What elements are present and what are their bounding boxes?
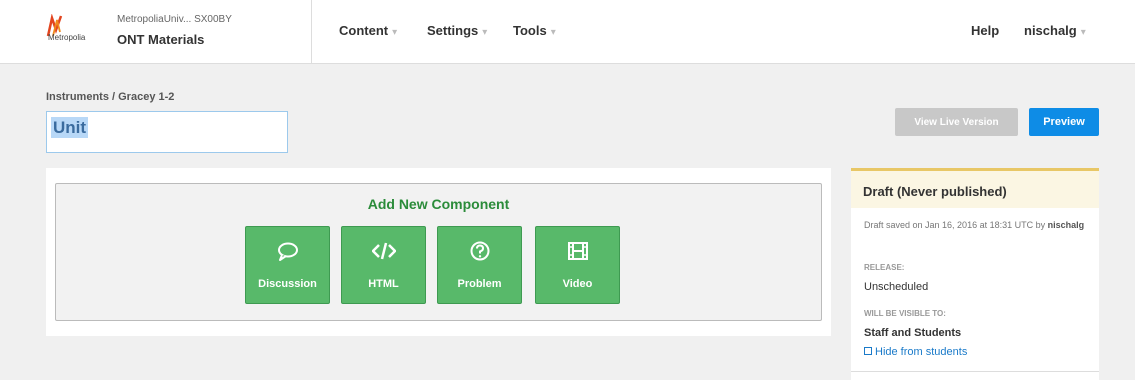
add-discussion-button[interactable]: Discussion	[245, 226, 330, 304]
chevron-down-icon: ▾	[550, 27, 556, 38]
publish-status-header: Draft (Never published)	[851, 171, 1099, 208]
add-new-component-title: Add New Component	[367, 196, 510, 212]
release-label: RELEASE:	[864, 263, 905, 272]
nav-tools-label: Tools	[513, 23, 547, 38]
header-divider	[311, 0, 312, 64]
problem-label: Problem	[457, 278, 502, 290]
metropolia-logo[interactable]: Metropolia	[44, 13, 100, 46]
user-menu[interactable]: nischalg ▾	[1024, 23, 1086, 38]
user-name: nischalg	[1024, 23, 1077, 38]
view-live-version-button[interactable]: View Live Version	[895, 108, 1018, 136]
unit-name-input[interactable]: Unit	[46, 111, 288, 153]
chevron-down-icon: ▾	[392, 27, 398, 38]
visible-to-label: WILL BE VISIBLE TO:	[864, 309, 946, 318]
film-icon	[568, 242, 588, 260]
speech-bubble-icon	[278, 242, 298, 261]
add-html-button[interactable]: HTML	[341, 226, 426, 304]
unit-content-panel: Add New Component Discussion HTML Proble	[46, 168, 831, 336]
video-label: Video	[562, 278, 593, 290]
course-org-line: MetropoliaUniv... SX00BY	[117, 14, 232, 25]
sidebar-divider	[851, 371, 1099, 372]
draft-saved-date: Jan 16, 2016 at 18:31 UTC	[925, 220, 1034, 230]
visible-to-value: Staff and Students	[864, 327, 962, 339]
html-label: HTML	[368, 278, 399, 290]
help-link[interactable]: Help	[971, 23, 999, 38]
top-header: Metropolia MetropoliaUniv... SX00BY ONT …	[0, 0, 1135, 64]
breadcrumb[interactable]: Instruments / Gracey 1-2	[46, 91, 174, 103]
nav-content-menu[interactable]: Content ▾	[339, 23, 397, 38]
code-icon	[372, 242, 396, 260]
nav-settings-label: Settings	[427, 23, 479, 38]
publish-status-sidebar: Draft (Never published) Draft saved on J…	[851, 168, 1099, 380]
publish-status-title: Draft (Never published)	[863, 184, 1007, 199]
nav-settings-menu[interactable]: Settings ▾	[427, 23, 487, 38]
hide-from-students-toggle[interactable]: Hide from students	[864, 346, 967, 358]
release-value: Unscheduled	[864, 281, 929, 293]
discussion-label: Discussion	[258, 278, 317, 290]
hide-from-students-label: Hide from students	[875, 346, 968, 358]
nav-tools-menu[interactable]: Tools ▾	[513, 23, 556, 38]
draft-saved-by-prefix: by	[1033, 220, 1048, 230]
course-title[interactable]: ONT Materials	[117, 32, 204, 47]
chevron-down-icon: ▾	[482, 27, 488, 38]
draft-saved-prefix: Draft saved on	[864, 220, 926, 230]
draft-saved-info: Draft saved on Jan 16, 2016 at 18:31 UTC…	[864, 219, 1089, 232]
svg-text:Metropolia: Metropolia	[48, 33, 86, 42]
checkbox-icon[interactable]	[864, 347, 872, 355]
add-video-button[interactable]: Video	[535, 226, 620, 304]
chevron-down-icon: ▾	[1080, 27, 1086, 38]
add-problem-button[interactable]: Problem	[437, 226, 522, 304]
draft-saved-by: nischalg	[1047, 220, 1085, 230]
unit-name-selected-text: Unit	[51, 117, 89, 138]
add-new-component-box: Add New Component Discussion HTML Proble	[55, 183, 822, 321]
question-circle-icon	[470, 241, 490, 261]
nav-content-label: Content	[339, 23, 389, 38]
preview-button[interactable]: Preview	[1029, 108, 1099, 136]
